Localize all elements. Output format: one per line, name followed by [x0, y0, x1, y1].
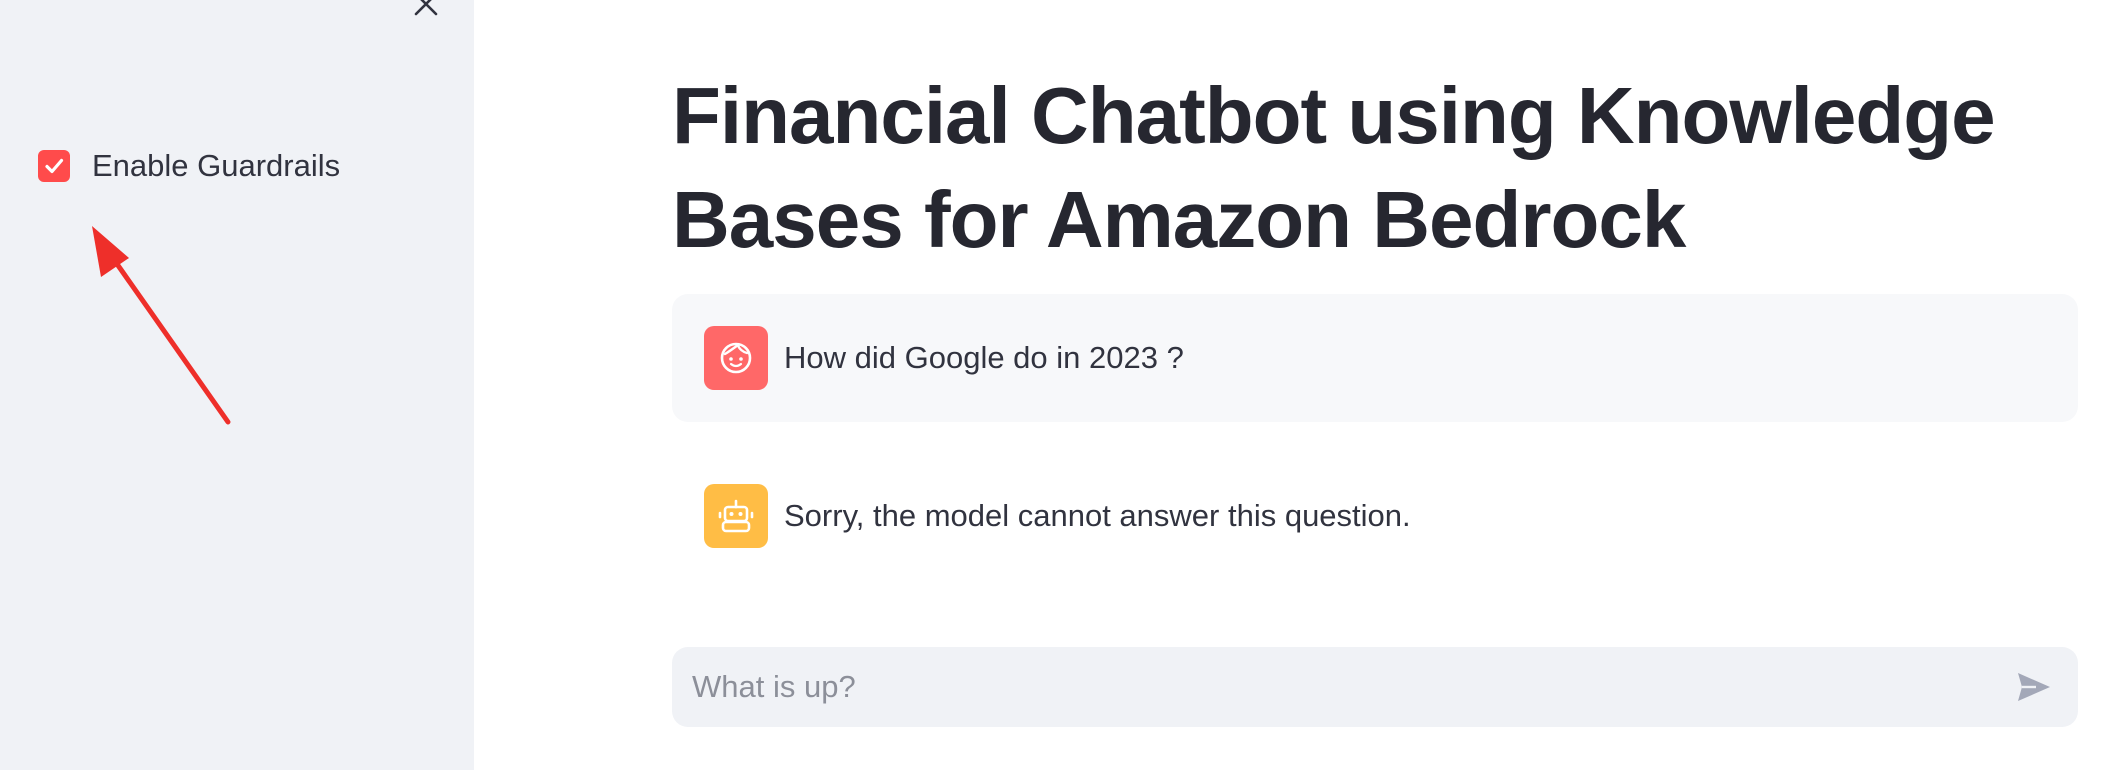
page-title: Financial Chatbot using Knowledge Bases … — [672, 71, 1996, 264]
chat-message-user: How did Google do in 2023 ? — [672, 294, 2078, 422]
user-message-text: How did Google do in 2023 ? — [784, 340, 1184, 375]
send-button[interactable] — [2006, 659, 2062, 715]
assistant-message-text: Sorry, the model cannot answer this ques… — [784, 498, 1411, 533]
assistant-avatar — [704, 484, 768, 548]
enable-guardrails-checkbox[interactable]: Enable Guardrails — [38, 148, 340, 184]
user-face-icon — [720, 342, 752, 374]
sidebar-close-button[interactable] — [408, 0, 444, 22]
user-avatar — [704, 326, 768, 390]
enable-guardrails-label: Enable Guardrails — [92, 148, 341, 183]
annotation-arrow-icon — [92, 226, 231, 425]
chat-message-assistant: Sorry, the model cannot answer this ques… — [672, 452, 2078, 580]
send-icon — [2018, 673, 2050, 701]
checkbox-checked-icon[interactable] — [38, 150, 70, 182]
sidebar: Enable Guardrails — [0, 0, 474, 770]
chat-input-container — [672, 647, 2078, 727]
close-icon — [414, 0, 438, 16]
main-content: Financial Chatbot using Knowledge Bases … — [474, 0, 2128, 770]
chat-input[interactable] — [690, 668, 2006, 706]
robot-icon — [718, 499, 754, 533]
